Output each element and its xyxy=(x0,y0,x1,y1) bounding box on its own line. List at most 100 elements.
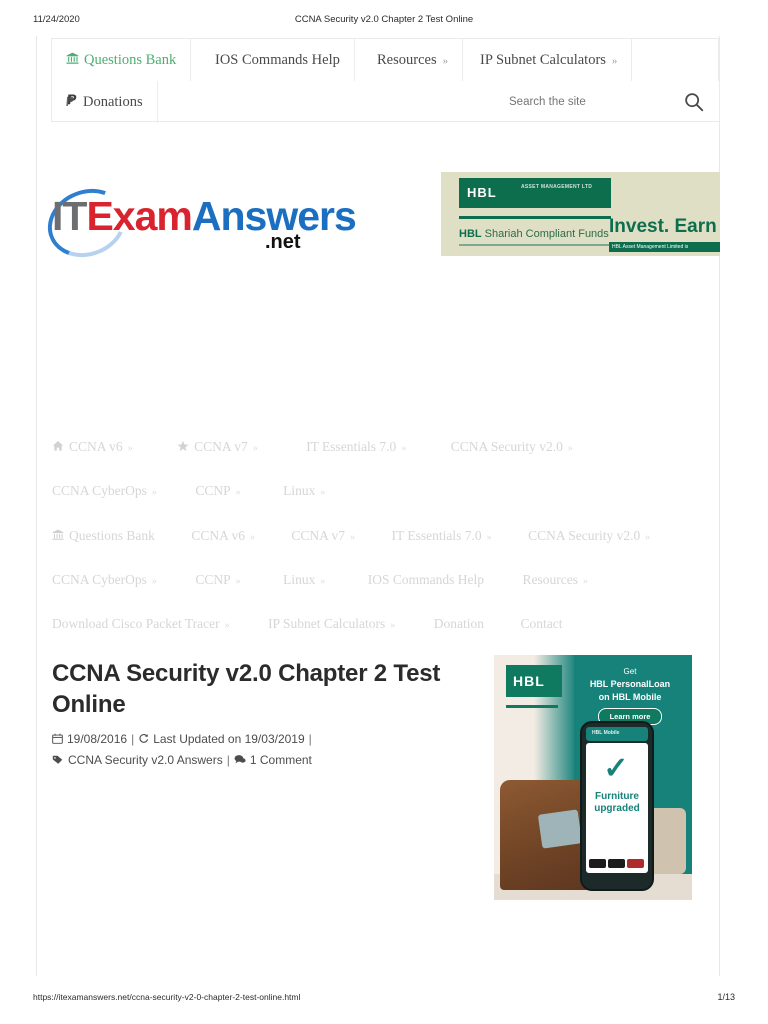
nav-item-resources[interactable]: Resources » xyxy=(363,39,464,81)
search-input[interactable] xyxy=(509,90,659,114)
chevron-right-icon: » xyxy=(350,532,356,543)
menu-item-ccna-v6[interactable]: CCNA v6 » xyxy=(52,425,133,471)
nav-item-ip-subnet-calculators[interactable]: IP Subnet Calculators » xyxy=(466,39,633,81)
banner-ad-hbl-logo: HBL xyxy=(467,185,497,200)
sidebar-advertisement[interactable]: HBL Get HBL PersonalLoan on HBL Mobile L… xyxy=(494,655,692,900)
menu-item-it-essentials-70[interactable]: IT Essentials 7.0 » xyxy=(306,425,406,471)
chevron-right-icon: » xyxy=(151,576,157,587)
sidebar-ad-hbl-text: HBL xyxy=(513,673,545,689)
nav-item-questions-bank[interactable]: Questions Bank xyxy=(52,39,192,81)
menu-label: Questions Bank xyxy=(69,528,155,543)
menu-item-linux[interactable]: Linux » xyxy=(283,469,325,515)
meta-separator: | xyxy=(226,753,230,767)
primary-nav-row-1: Questions Bank IOS Commands Help Resourc… xyxy=(52,39,719,81)
menu-item-ccna-security-v20[interactable]: CCNA Security v2.0 » xyxy=(451,425,573,471)
menu-label: Linux xyxy=(283,483,316,498)
menu-label: CCNA CyberOps xyxy=(52,572,147,587)
article-category-link[interactable]: CCNA Security v2.0 Answers xyxy=(68,753,223,767)
banner-ad-headline: Invest. Earn xyxy=(609,216,717,237)
nav-label: IP Subnet Calculators xyxy=(480,52,606,68)
menu-item-questions-bank[interactable]: Questions Bank xyxy=(52,514,155,558)
chevron-right-icon: » xyxy=(252,443,258,454)
search-field[interactable] xyxy=(509,81,705,123)
menu-label: Resources xyxy=(522,572,578,587)
menu-item-it-essentials-70[interactable]: IT Essentials 7.0 » xyxy=(392,514,492,560)
article-comment-count[interactable]: 1 Comment xyxy=(250,753,312,767)
menu-item-ccna-v6[interactable]: CCNA v6 » xyxy=(191,514,255,560)
article-meta-line-2: CCNA Security v2.0 Answers | 1 Comment xyxy=(52,750,472,771)
menu-item-resources[interactable]: Resources » xyxy=(522,558,587,604)
app-store-badge-icon xyxy=(589,859,606,868)
search-area xyxy=(52,81,719,123)
star-icon xyxy=(177,440,189,452)
meta-separator: | xyxy=(308,732,312,746)
chevron-right-icon: » xyxy=(442,55,449,67)
menu-item-ip-subnet-calculators[interactable]: IP Subnet Calculators » xyxy=(268,602,395,648)
print-url: https://itexamanswers.net/ccna-security-… xyxy=(33,992,301,1002)
chevron-right-icon: » xyxy=(151,487,157,498)
menu-item-download-cisco-packet-tracer[interactable]: Download Cisco Packet Tracer » xyxy=(52,602,230,648)
chevron-right-icon: » xyxy=(235,576,241,587)
article-updated-date: Last Updated on 19/03/2019 xyxy=(153,732,305,746)
chevron-right-icon: » xyxy=(390,620,396,631)
menu-item-linux[interactable]: Linux » xyxy=(283,558,325,604)
menu-label: IT Essentials 7.0 xyxy=(306,439,397,454)
article-header: CCNA Security v2.0 Chapter 2 Test Online… xyxy=(52,658,472,771)
secondary-menu-block-1: CCNA v6 » CCNA v7 » IT Essentials 7.0 » CCN… xyxy=(52,425,692,513)
print-page-number: 1/13 xyxy=(717,992,735,1002)
menu-item-ccna-security-v20[interactable]: CCNA Security v2.0 » xyxy=(528,514,650,560)
sidebar-ad-store-badges xyxy=(589,859,645,868)
secondary-menu-block-3: Download Cisco Packet Tracer » IP Subnet … xyxy=(52,602,692,646)
primary-nav-box: Questions Bank IOS Commands Help Resourc… xyxy=(51,38,720,123)
tag-icon xyxy=(52,754,64,765)
chevron-right-icon: » xyxy=(224,620,230,631)
menu-label: Contact xyxy=(520,616,563,631)
menu-label: CCNA CyberOps xyxy=(52,483,147,498)
bank-icon xyxy=(52,529,64,541)
menu-label: CCNA v7 xyxy=(194,439,248,454)
menu-item-contact[interactable]: Contact xyxy=(520,602,562,646)
nav-item-ios-commands-help[interactable]: IOS Commands Help xyxy=(201,39,355,81)
chevron-right-icon: » xyxy=(582,576,588,587)
menu-label: CCNA v6 xyxy=(191,528,245,543)
menu-item-ccna-v7[interactable]: CCNA v7 » xyxy=(291,514,355,560)
banner-advertisement[interactable]: HBL ASSET MANAGEMENT LTD HBL Shariah Com… xyxy=(441,172,720,256)
menu-item-ccna-v7[interactable]: CCNA v7 » xyxy=(177,425,258,471)
sidebar-ad-phone-screen: ✓ Furniture upgraded xyxy=(586,743,648,873)
sidebar-ad-cushion xyxy=(537,809,583,849)
menu-row: CCNA CyberOps » CCNP » Linux » xyxy=(52,469,692,513)
menu-label: IT Essentials 7.0 xyxy=(391,528,482,543)
chevron-right-icon: » xyxy=(611,55,618,67)
secondary-menu-block-2: Questions Bank CCNA v6 » CCNA v7 » IT Esse… xyxy=(52,514,692,602)
nav-label: Questions Bank xyxy=(84,52,177,68)
menu-row: CCNA v6 » CCNA v7 » IT Essentials 7.0 » CCN… xyxy=(52,425,692,469)
menu-label: CCNA v6 xyxy=(69,439,123,454)
article-published-date: 19/08/2016 xyxy=(67,732,128,746)
page-title: CCNA Security v2.0 Chapter 2 Test Online xyxy=(52,660,441,718)
bank-icon xyxy=(66,52,79,65)
menu-item-ccna-cyberops[interactable]: CCNA CyberOps » xyxy=(52,558,157,604)
menu-item-donation[interactable]: Donation xyxy=(434,602,484,646)
menu-item-ios-commands-help[interactable]: IOS Commands Help xyxy=(368,558,484,602)
menu-label: IP Subnet Calculators xyxy=(268,616,386,631)
banner-ad-rule xyxy=(459,216,611,219)
sidebar-ad-hbl-logo: HBL xyxy=(506,665,562,697)
banner-ad-underline xyxy=(459,244,611,246)
checkmark-icon: ✓ xyxy=(603,752,629,785)
site-logo[interactable]: ITExamAnswers .net xyxy=(37,177,357,269)
menu-label: Linux xyxy=(283,572,316,587)
menu-row: Questions Bank CCNA v6 » CCNA v7 » IT Esse… xyxy=(52,514,692,558)
menu-label: CCNP xyxy=(195,572,231,587)
chevron-right-icon: » xyxy=(235,487,241,498)
meta-separator: | xyxy=(131,732,135,746)
chevron-right-icon: » xyxy=(486,532,492,543)
sidebar-ad-phone-brand: HBL Mobile xyxy=(592,730,620,736)
menu-item-ccnp[interactable]: CCNP » xyxy=(195,469,240,515)
sidebar-ad-rule xyxy=(506,705,558,708)
search-icon[interactable] xyxy=(683,91,705,113)
comment-icon xyxy=(234,754,246,765)
menu-item-ccnp[interactable]: CCNP » xyxy=(195,558,240,604)
chevron-right-icon: » xyxy=(645,532,651,543)
sidebar-ad-copy: Get HBL PersonalLoan on HBL Mobile xyxy=(572,665,688,704)
menu-item-ccna-cyberops[interactable]: CCNA CyberOps » xyxy=(52,469,157,515)
